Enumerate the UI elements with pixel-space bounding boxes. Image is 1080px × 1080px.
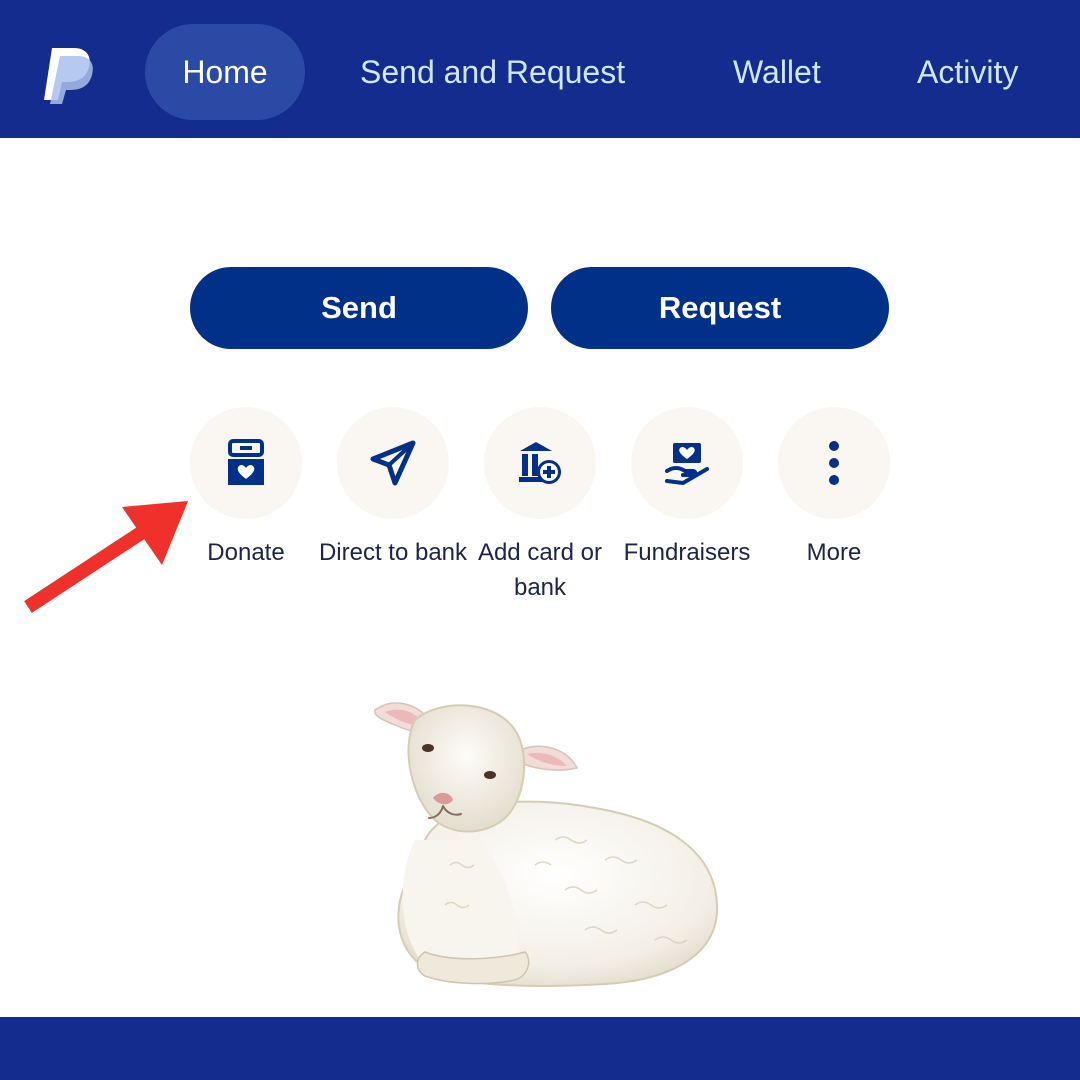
nav-tab-home[interactable]: Home xyxy=(145,24,305,120)
bottom-bar xyxy=(0,1017,1080,1080)
shortcut-more[interactable]: More xyxy=(778,407,890,566)
lamb-illustration xyxy=(374,702,719,987)
bank-add-icon xyxy=(519,442,561,484)
paypal-logo-icon[interactable] xyxy=(40,42,96,106)
shortcut-direct-to-bank[interactable]: Direct to bank xyxy=(319,407,467,566)
top-navigation-bar: Home Send and Request Wallet Activity xyxy=(0,0,1080,138)
heart-hand-icon xyxy=(665,443,709,485)
request-button[interactable]: Request xyxy=(551,267,889,349)
shortcut-label: Fundraisers xyxy=(623,539,751,566)
donate-box-icon xyxy=(228,439,264,485)
nav-tab-activity[interactable]: Activity xyxy=(917,24,1018,120)
shortcut-donate[interactable]: Donate xyxy=(190,407,302,566)
shortcut-circle[interactable] xyxy=(778,407,890,519)
shortcut-fundraisers[interactable]: Fundraisers xyxy=(624,407,750,566)
shortcut-circle[interactable] xyxy=(484,407,596,519)
shortcut-label: Add card or bank xyxy=(477,539,603,601)
nav-tab-send-and-request[interactable]: Send and Request xyxy=(360,24,625,120)
shortcut-circle[interactable] xyxy=(190,407,302,519)
red-arrow-icon xyxy=(24,501,188,613)
shortcut-circle[interactable] xyxy=(631,407,743,519)
shortcut-circle[interactable] xyxy=(337,407,449,519)
more-vertical-icon xyxy=(829,441,839,485)
shortcut-add-card-or-bank[interactable]: Add card or bank xyxy=(478,407,602,601)
shortcut-label: Direct to bank xyxy=(318,539,468,566)
send-button[interactable]: Send xyxy=(190,267,528,349)
shortcut-label: More xyxy=(806,539,862,566)
nav-tab-wallet[interactable]: Wallet xyxy=(733,24,821,120)
paper-plane-icon xyxy=(370,440,416,486)
